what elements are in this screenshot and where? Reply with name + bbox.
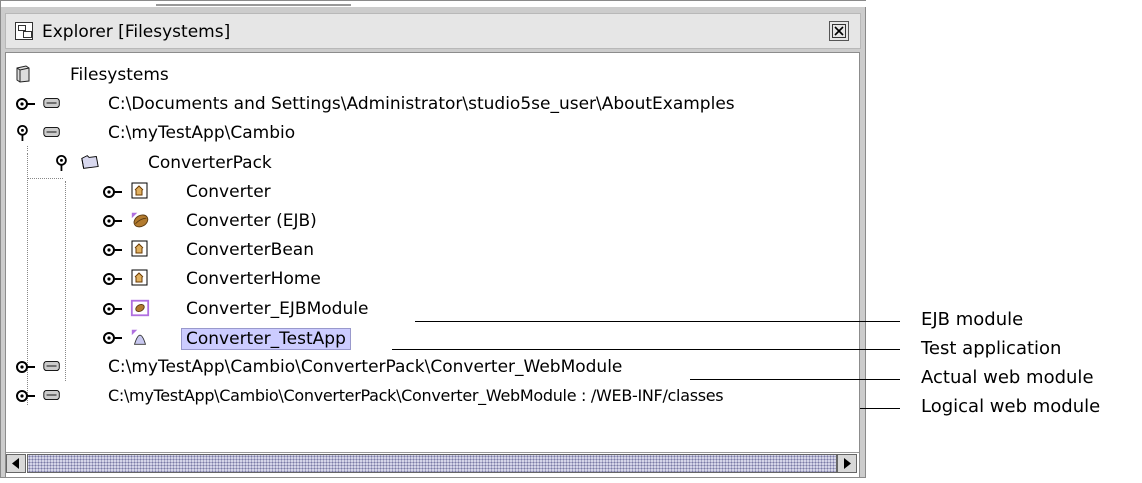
callout-ejb-module: EJB module bbox=[921, 309, 1024, 330]
drive-icon bbox=[43, 390, 60, 400]
explorer-window: Explorer [Filesystems] Filesystems C:\Do… bbox=[0, 0, 867, 478]
title-bar[interactable]: Explorer [Filesystems] bbox=[5, 13, 861, 49]
tree-node-mount-web-inf-classes[interactable]: C:\myTestApp\Cambio\ConverterPack\Conver… bbox=[6, 382, 856, 410]
tree-root-node[interactable]: Filesystems bbox=[6, 61, 856, 89]
tree-node-label: Converter_EJBModule bbox=[186, 299, 369, 319]
collapsed-toggle-icon[interactable] bbox=[15, 96, 37, 112]
collapsed-toggle-icon[interactable] bbox=[102, 271, 124, 287]
callout-test-application: Test application bbox=[921, 338, 1062, 359]
callout-line-test-application bbox=[392, 349, 900, 350]
collapsed-toggle-icon[interactable] bbox=[102, 301, 124, 317]
tree-node-converterbean[interactable]: ConverterBean bbox=[6, 236, 856, 264]
tree-node-label: C:\myTestApp\Cambio\ConverterPack\Conver… bbox=[108, 357, 623, 377]
tree-node-converter-ejb[interactable]: Converter (EJB) bbox=[6, 207, 856, 235]
tree-node-converterhome[interactable]: ConverterHome bbox=[6, 265, 856, 293]
collapsed-toggle-icon[interactable] bbox=[102, 330, 124, 346]
tree-node-mount-about-examples[interactable]: C:\Documents and Settings\Administrator\… bbox=[6, 90, 856, 118]
drive-icon bbox=[43, 361, 60, 371]
tab-indicator bbox=[156, 4, 351, 6]
tree-root-label: Filesystems bbox=[70, 65, 169, 85]
tree-node-converter-testapp[interactable]: Converter_TestApp bbox=[6, 324, 856, 352]
ejb-module-icon bbox=[130, 299, 150, 317]
window-title: Explorer [Filesystems] bbox=[42, 22, 231, 42]
callout-line-logical-web-module bbox=[860, 408, 900, 409]
scroll-track[interactable] bbox=[27, 454, 837, 473]
java-class-icon bbox=[131, 182, 148, 199]
tree-node-converter-ejbmodule[interactable]: Converter_EJBModule bbox=[6, 295, 856, 323]
arrow-left-icon bbox=[12, 458, 19, 469]
tree-node-converterpack[interactable]: ConverterPack bbox=[6, 149, 856, 177]
collapsed-toggle-icon[interactable] bbox=[102, 242, 124, 258]
explorer-window-icon bbox=[15, 22, 33, 40]
callout-logical-web-module: Logical web module bbox=[921, 396, 1101, 417]
tree-node-label: C:\myTestApp\Cambio bbox=[108, 123, 296, 143]
ejb-bean-icon bbox=[131, 212, 149, 228]
close-icon bbox=[832, 24, 846, 38]
tree-node-label: Converter (EJB) bbox=[186, 211, 317, 231]
expanded-toggle-icon[interactable] bbox=[54, 155, 76, 171]
drive-icon bbox=[43, 127, 60, 137]
java-class-icon bbox=[131, 240, 148, 257]
collapsed-toggle-icon[interactable] bbox=[102, 184, 124, 200]
filesystem-tree[interactable]: Filesystems C:\Documents and Settings\Ad… bbox=[5, 52, 860, 478]
callout-line-actual-web-module bbox=[690, 379, 900, 380]
collapsed-toggle-icon[interactable] bbox=[15, 359, 37, 375]
close-button[interactable] bbox=[829, 21, 849, 41]
scroll-right-button[interactable] bbox=[837, 454, 857, 473]
tree-node-label: ConverterHome bbox=[186, 269, 321, 289]
test-application-icon bbox=[131, 329, 147, 345]
folder-icon bbox=[81, 155, 99, 169]
tree-node-converter[interactable]: Converter bbox=[6, 178, 856, 206]
tab-strip bbox=[1, 1, 867, 7]
expanded-toggle-icon[interactable] bbox=[15, 125, 37, 141]
horizontal-scrollbar[interactable] bbox=[6, 452, 859, 475]
callout-actual-web-module: Actual web module bbox=[921, 367, 1094, 388]
tree-node-label: Converter bbox=[186, 182, 271, 202]
tree-node-mount-cambio[interactable]: C:\myTestApp\Cambio bbox=[6, 119, 856, 147]
tree-node-label: C:\Documents and Settings\Administrator\… bbox=[108, 94, 735, 114]
tree-node-label-selected: Converter_TestApp bbox=[181, 328, 351, 350]
tree-node-mount-webmodule[interactable]: C:\myTestApp\Cambio\ConverterPack\Conver… bbox=[6, 353, 856, 381]
java-class-icon bbox=[131, 269, 148, 286]
tree-node-label: ConverterBean bbox=[186, 240, 314, 260]
collapsed-toggle-icon[interactable] bbox=[102, 213, 124, 229]
scroll-left-button[interactable] bbox=[6, 454, 26, 473]
filesystems-root-icon bbox=[16, 65, 30, 83]
collapsed-toggle-icon[interactable] bbox=[15, 388, 37, 404]
tree-node-label: ConverterPack bbox=[148, 153, 272, 173]
tree-node-label: C:\myTestApp\Cambio\ConverterPack\Conver… bbox=[108, 386, 724, 405]
arrow-right-icon bbox=[844, 458, 851, 469]
callout-line-ejb-module bbox=[415, 321, 900, 322]
drive-icon bbox=[43, 98, 60, 108]
